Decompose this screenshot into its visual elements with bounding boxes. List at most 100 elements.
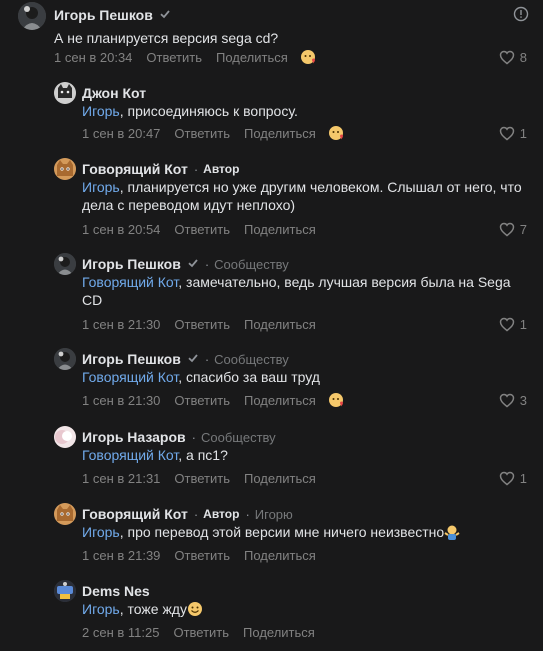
reply-button[interactable]: Ответить: [174, 393, 230, 408]
comment-header: Игорь Пешков · Сообществу: [82, 351, 289, 367]
heart-icon: [499, 471, 515, 486]
comment-time[interactable]: 1 сен в 21:30: [82, 393, 160, 408]
like-button[interactable]: 1: [499, 317, 527, 332]
like-count: 8: [519, 50, 527, 65]
comment-actions: 1 сен в 21:30 Ответить Поделиться: [82, 393, 316, 408]
comment-header: Игорь Назаров · Сообществу: [82, 429, 276, 445]
like-count: 7: [519, 222, 527, 237]
reply-comment: Игорь Пешков · Сообществу Говорящий Кот,…: [0, 348, 543, 414]
comment-header: Игорь Пешков · Сообществу: [82, 256, 289, 272]
avatar[interactable]: [54, 503, 76, 525]
comment-text: Говорящий Кот, спасибо за ваш труд: [82, 369, 320, 385]
reaction-icon[interactable]: [300, 48, 318, 66]
comment-actions: 1 сен в 21:39 Ответить Поделиться: [82, 548, 316, 563]
author-name[interactable]: Игорь Пешков: [54, 7, 153, 23]
comment-header: Джон Кот: [82, 85, 146, 101]
reaction-icon[interactable]: [328, 124, 346, 142]
author-name[interactable]: Игорь Пешков: [82, 351, 181, 367]
share-button[interactable]: Поделиться: [216, 50, 288, 65]
author-name[interactable]: Игорь Назаров: [82, 429, 186, 445]
comment-text: Игорь, планируется но уже другим человек…: [82, 179, 522, 213]
like-button[interactable]: 3: [499, 393, 527, 408]
reply-comment: Джон Кот Игорь, присоединяюсь к вопросу.…: [0, 82, 543, 148]
comment-text: Игорь, присоединяюсь к вопросу.: [82, 103, 298, 119]
avatar[interactable]: [54, 158, 76, 180]
avatar[interactable]: [18, 2, 46, 30]
comment-time[interactable]: 1 сен в 21:39: [82, 548, 160, 563]
comment-header: Dems Nes: [82, 583, 150, 599]
reply-button[interactable]: Ответить: [146, 50, 202, 65]
avatar[interactable]: [54, 580, 76, 602]
comment-actions: 2 сен в 11:25 Ответить Поделиться: [82, 625, 315, 640]
author-badge: Автор: [203, 507, 240, 521]
reply-button[interactable]: Ответить: [174, 548, 230, 563]
mention-link[interactable]: Игорь: [82, 601, 120, 617]
reply-comment: Говорящий Кот · Автор · Игорю Игорь, про…: [0, 503, 543, 569]
avatar[interactable]: [54, 426, 76, 448]
reply-comment: Игорь Пешков · Сообществу Говорящий Кот,…: [0, 253, 543, 337]
avatar[interactable]: [54, 348, 76, 370]
mention-link[interactable]: Говорящий Кот: [82, 369, 178, 385]
smile-emoji-icon: [187, 601, 203, 617]
like-button[interactable]: 8: [499, 50, 527, 65]
mention-link[interactable]: Игорь: [82, 524, 120, 540]
comment-time[interactable]: 1 сен в 20:34: [54, 50, 132, 65]
reply-target[interactable]: Игорю: [255, 507, 293, 522]
like-count: 1: [519, 471, 527, 486]
reply-button[interactable]: Ответить: [174, 471, 230, 486]
like-count: 1: [519, 126, 527, 141]
like-button[interactable]: 1: [499, 126, 527, 141]
mention-link[interactable]: Игорь: [82, 179, 120, 195]
comment-time[interactable]: 1 сен в 20:54: [82, 222, 160, 237]
avatar[interactable]: [54, 253, 76, 275]
author-name[interactable]: Игорь Пешков: [82, 256, 181, 272]
share-button[interactable]: Поделиться: [244, 126, 316, 141]
share-button[interactable]: Поделиться: [244, 548, 316, 563]
like-button[interactable]: 7: [499, 222, 527, 237]
comment-time[interactable]: 1 сен в 21:30: [82, 317, 160, 332]
like-button[interactable]: 1: [499, 471, 527, 486]
share-button[interactable]: Поделиться: [244, 317, 316, 332]
heart-icon: [499, 222, 515, 237]
author-name[interactable]: Dems Nes: [82, 583, 150, 599]
comment-actions: 1 сен в 21:30 Ответить Поделиться: [82, 317, 316, 332]
share-button[interactable]: Поделиться: [244, 222, 316, 237]
share-button[interactable]: Поделиться: [244, 471, 316, 486]
avatar[interactable]: [54, 82, 76, 104]
reply-target[interactable]: Сообществу: [201, 430, 276, 445]
comment-text: Говорящий Кот, замечательно, ведь лучшая…: [82, 274, 511, 308]
author-badge: Автор: [203, 162, 240, 176]
reply-target[interactable]: Сообществу: [214, 257, 289, 272]
comment-text: Игорь, тоже жду: [82, 600, 522, 618]
mention-link[interactable]: Говорящий Кот: [82, 447, 178, 463]
share-button[interactable]: Поделиться: [244, 393, 316, 408]
info-icon[interactable]: [513, 6, 529, 27]
mention-link[interactable]: Игорь: [82, 103, 120, 119]
reply-button[interactable]: Ответить: [174, 222, 230, 237]
comment-header: Говорящий Кот · Автор: [82, 161, 240, 177]
like-count: 3: [519, 393, 527, 408]
heart-icon: [499, 126, 515, 141]
reply-comment: Говорящий Кот · Автор Игорь, планируется…: [0, 158, 543, 242]
share-button[interactable]: Поделиться: [243, 625, 315, 640]
author-name[interactable]: Говорящий Кот: [82, 161, 188, 177]
reply-button[interactable]: Ответить: [174, 126, 230, 141]
reply-target[interactable]: Сообществу: [214, 352, 289, 367]
comment-time[interactable]: 1 сен в 20:47: [82, 126, 160, 141]
reply-button[interactable]: Ответить: [174, 317, 230, 332]
author-name[interactable]: Говорящий Кот: [82, 506, 188, 522]
comment-text: А не планируется версия sega cd?: [54, 30, 279, 46]
comment-time[interactable]: 2 сен в 11:25: [82, 625, 159, 640]
verified-icon: [187, 257, 199, 272]
comment-actions: 1 сен в 20:47 Ответить Поделиться: [82, 126, 316, 141]
comment-time[interactable]: 1 сен в 21:31: [82, 471, 160, 486]
reaction-icon[interactable]: [328, 391, 346, 409]
heart-icon: [499, 317, 515, 332]
reply-button[interactable]: Ответить: [173, 625, 229, 640]
shrug-emoji-icon: [444, 524, 460, 540]
comment-header: Говорящий Кот · Автор · Игорю: [82, 506, 293, 522]
verified-icon: [187, 352, 199, 367]
mention-link[interactable]: Говорящий Кот: [82, 274, 178, 290]
heart-icon: [499, 50, 515, 65]
author-name[interactable]: Джон Кот: [82, 85, 146, 101]
